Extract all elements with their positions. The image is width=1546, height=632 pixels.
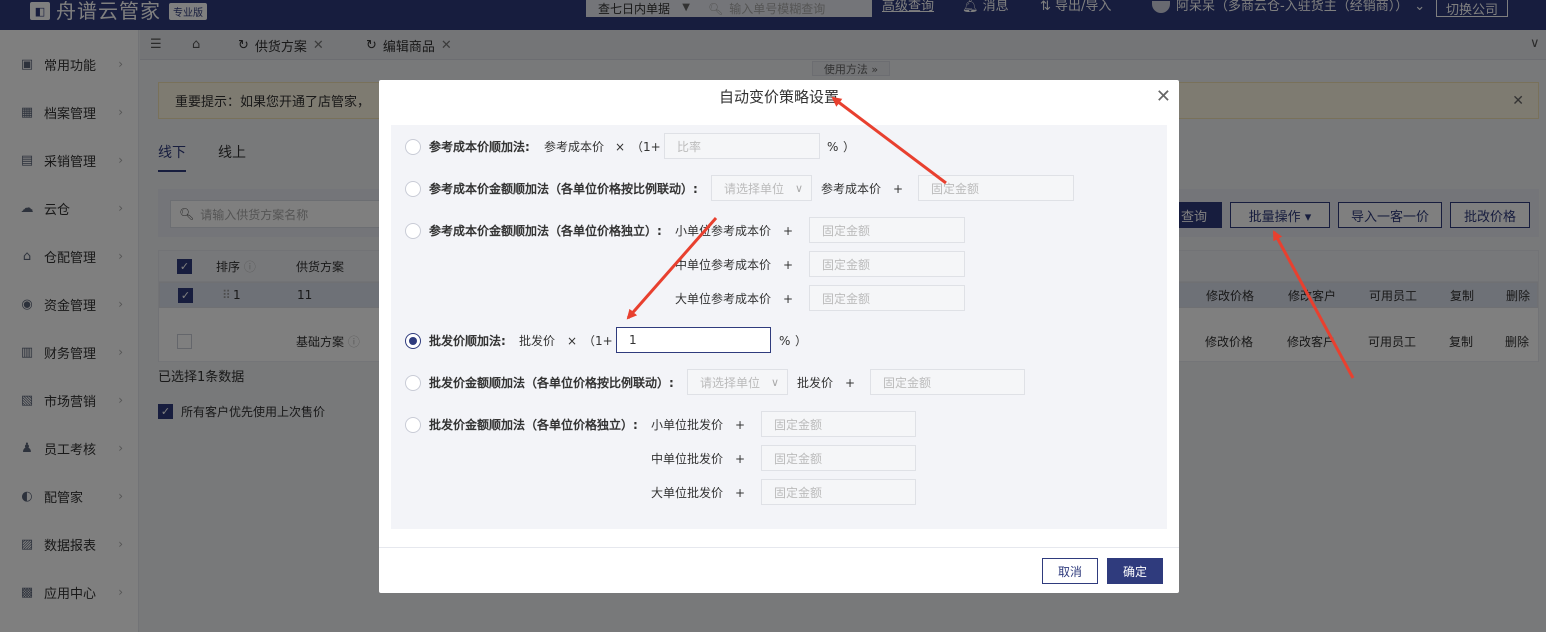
paren-close: ） [843,140,856,154]
cost-unit-select[interactable]: 请选择单位 ∨ [711,175,812,201]
chevron-down-icon: ∨ [794,181,803,195]
small-unit-cost-label: 小单位参考成本价 [675,224,772,238]
small-unit-wholesale-label: 小单位批发价 [651,418,724,432]
dialog-divider [379,547,1179,548]
wholesale-amount-independent-label: 批发价金额顺加法（各单位价格独立）: [429,418,638,432]
plus-sign: + [783,292,794,306]
large-unit-cost-label: 大单位参考成本价 [675,292,772,306]
cost-base-label: 参考成本价 [821,182,882,196]
cost-base-label: 参考成本价 [544,140,605,154]
percent-sign: % [779,334,791,348]
paren-open: （1+ [583,334,613,348]
cost-amount-input[interactable]: 固定金额 [918,175,1074,201]
cost-rate-label: 参考成本价顺加法: [429,140,530,154]
cost-amount-independent-label: 参考成本价金额顺加法（各单位价格独立）: [429,224,662,238]
cost-rate-input[interactable]: 比率 [664,133,820,159]
plus-sign: + [735,486,746,500]
small-unit-cost-input[interactable]: 固定金额 [809,217,965,243]
mid-unit-wholesale-input[interactable]: 固定金额 [761,445,916,471]
large-unit-wholesale-input[interactable]: 固定金额 [761,479,916,505]
times-sign: × [567,334,578,348]
close-icon[interactable]: ✕ [1156,86,1171,107]
dialog-body: 参考成本价顺加法: 参考成本价 × （1+ 比率 % ） 参考成本价金额顺加法（… [391,125,1167,529]
plus-sign: + [783,224,794,238]
auto-price-dialog: 自动变价策略设置 ✕ 参考成本价顺加法: 参考成本价 × （1+ 比率 % ） … [379,80,1179,593]
radio-cost-amount-independent[interactable] [405,223,421,239]
percent-sign: % [827,140,839,154]
small-unit-wholesale-input[interactable]: 固定金额 [761,411,916,437]
wholesale-base-label: 批发价 [519,334,556,348]
plus-sign: + [893,182,904,196]
paren-open: （1+ [631,140,661,154]
cost-unit-placeholder: 请选择单位 [724,181,785,196]
mid-unit-cost-input[interactable]: 固定金额 [809,251,965,277]
radio-cost-rate[interactable] [405,139,421,155]
radio-cost-amount-linked[interactable] [405,181,421,197]
plus-sign: + [735,418,746,432]
plus-sign: + [735,452,746,466]
chevron-down-icon: ∨ [770,375,779,389]
large-unit-wholesale-label: 大单位批发价 [651,486,724,500]
wholesale-unit-select[interactable]: 请选择单位 ∨ [687,369,788,395]
wholesale-base-label: 批发价 [797,376,834,390]
radio-wholesale-amount-independent[interactable] [405,417,421,433]
wholesale-amount-input[interactable]: 固定金额 [870,369,1025,395]
wholesale-rate-input[interactable]: 1 [616,327,771,353]
cancel-button[interactable]: 取消 [1042,558,1098,584]
radio-wholesale-rate[interactable] [405,333,421,349]
radio-wholesale-amount-linked[interactable] [405,375,421,391]
dialog-title: 自动变价策略设置 [718,87,839,106]
plus-sign: + [783,258,794,272]
confirm-button[interactable]: 确定 [1107,558,1163,584]
times-sign: × [615,140,626,154]
wholesale-amount-linked-label: 批发价金额顺加法（各单位价格按比例联动）: [429,376,674,390]
wholesale-unit-placeholder: 请选择单位 [700,375,761,390]
wholesale-rate-label: 批发价顺加法: [429,334,506,348]
plus-sign: + [845,376,856,390]
cost-amount-linked-label: 参考成本价金额顺加法（各单位价格按比例联动）: [429,182,698,196]
mid-unit-cost-label: 中单位参考成本价 [675,258,772,272]
paren-close: ） [795,334,808,348]
mid-unit-wholesale-label: 中单位批发价 [651,452,724,466]
large-unit-cost-input[interactable]: 固定金额 [809,285,965,311]
